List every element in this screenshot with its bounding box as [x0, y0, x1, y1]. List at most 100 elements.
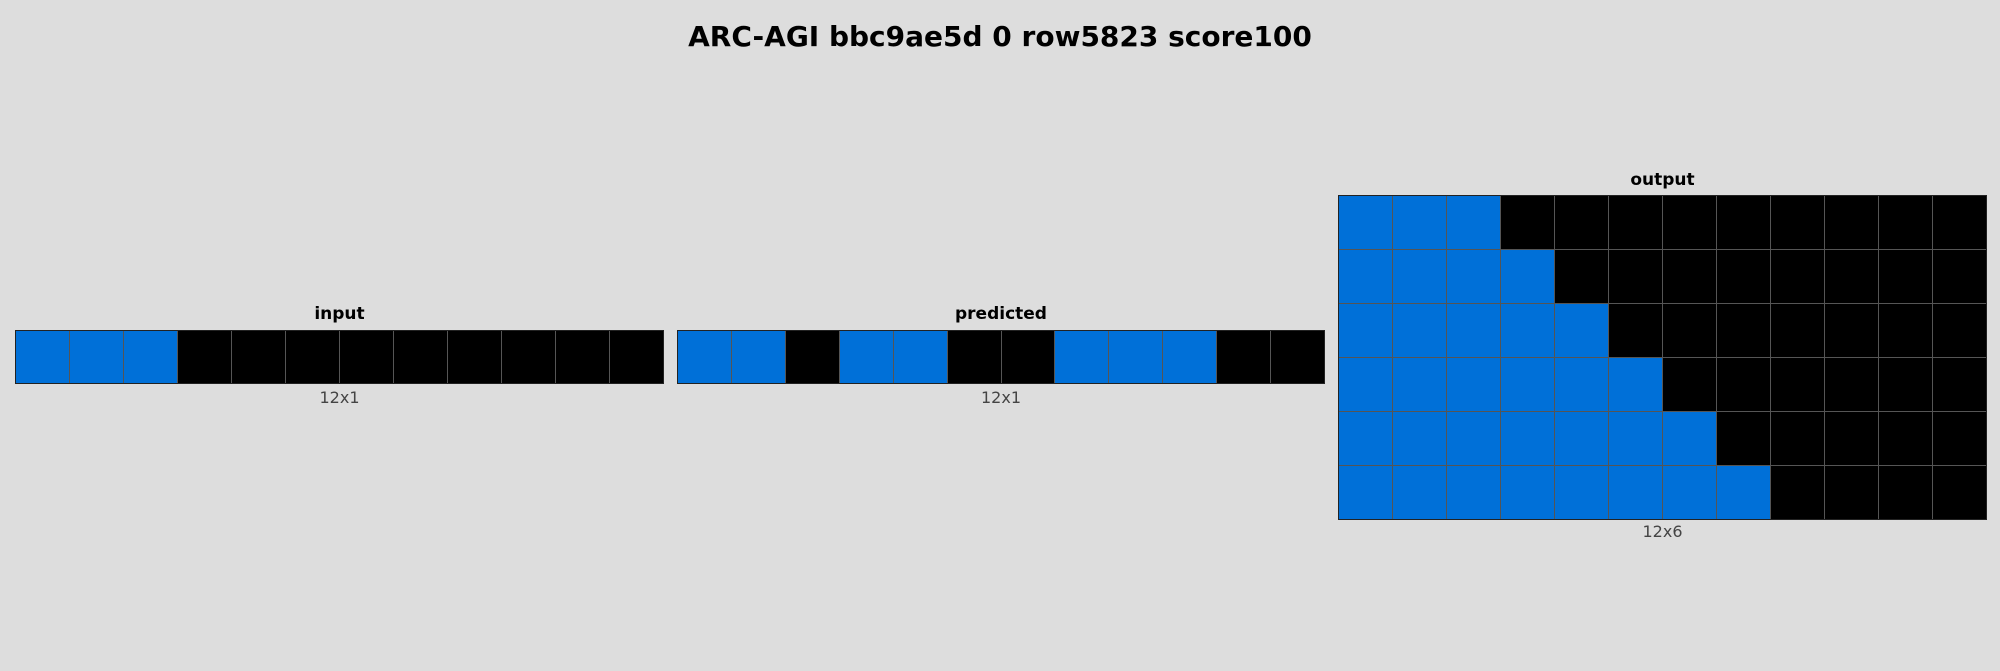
predicted-cell [1001, 331, 1055, 383]
input-cell [556, 331, 609, 383]
output-cell [1771, 250, 1824, 303]
output-cell [1501, 358, 1554, 411]
output-cell [1339, 250, 1392, 303]
page-title: ARC-AGI bbc9ae5d 0 row5823 score100 [688, 20, 1312, 53]
output-label: output [1630, 170, 1695, 190]
output-cell [1825, 358, 1878, 411]
input-cell [286, 331, 339, 383]
output-cell [1609, 358, 1662, 411]
output-cell [1339, 304, 1392, 357]
output-cell [1879, 358, 1932, 411]
predicted-label: predicted [955, 304, 1047, 324]
output-cell [1933, 466, 1986, 519]
output-cell [1447, 358, 1500, 411]
output-cell [1879, 412, 1932, 465]
output-dims: 12x6 [1642, 522, 1683, 541]
output-cell [1339, 196, 1392, 249]
output-cell [1825, 412, 1878, 465]
input-cell [70, 331, 123, 383]
output-cell [1933, 304, 1986, 357]
output-cell [1555, 412, 1608, 465]
output-cell [1393, 358, 1446, 411]
output-cell [1663, 250, 1716, 303]
predicted-cell [678, 331, 731, 383]
output-cell [1717, 412, 1770, 465]
output-cell [1501, 196, 1554, 249]
output-cell [1609, 250, 1662, 303]
output-grid [1338, 195, 1987, 520]
output-cell [1393, 304, 1446, 357]
output-cell [1393, 412, 1446, 465]
output-cell [1609, 412, 1662, 465]
output-cell [1663, 304, 1716, 357]
input-cell [394, 331, 447, 383]
output-cell [1771, 304, 1824, 357]
output-cell [1663, 196, 1716, 249]
output-cell [1501, 250, 1554, 303]
output-cell [1555, 304, 1608, 357]
output-cell [1339, 466, 1392, 519]
output-cell [1609, 196, 1662, 249]
output-cell [1717, 196, 1770, 249]
output-cell [1879, 196, 1932, 249]
input-cell [502, 331, 555, 383]
output-cell [1555, 250, 1608, 303]
predicted-grid [677, 330, 1325, 384]
predicted-cell [1163, 331, 1217, 383]
predicted-cell [1055, 331, 1109, 383]
predicted-cell [839, 331, 893, 383]
output-cell [1393, 196, 1446, 249]
output-cell [1663, 466, 1716, 519]
predicted-cell [731, 331, 785, 383]
output-cell [1555, 466, 1608, 519]
output-cell [1879, 466, 1932, 519]
output-cell [1555, 358, 1608, 411]
output-panel: output 12x6 [1338, 166, 1987, 546]
predicted-cell [947, 331, 1001, 383]
predicted-cell [785, 331, 839, 383]
input-dims: 12x1 [319, 388, 360, 407]
predicted-cell [1109, 331, 1163, 383]
input-cell [16, 331, 69, 383]
input-cell [232, 331, 285, 383]
predicted-cell [893, 331, 947, 383]
output-cell [1879, 250, 1932, 303]
output-cell [1825, 304, 1878, 357]
output-cell [1393, 250, 1446, 303]
output-cell [1825, 250, 1878, 303]
output-cell [1933, 412, 1986, 465]
output-cell [1447, 466, 1500, 519]
output-cell [1393, 466, 1446, 519]
output-cell [1447, 196, 1500, 249]
predicted-cell [1271, 331, 1324, 383]
output-cell [1933, 358, 1986, 411]
output-cell [1663, 412, 1716, 465]
output-cell [1933, 250, 1986, 303]
output-cell [1447, 250, 1500, 303]
input-cell [448, 331, 501, 383]
output-cell [1933, 196, 1986, 249]
output-cell [1717, 466, 1770, 519]
output-cell [1717, 304, 1770, 357]
input-cell [610, 331, 663, 383]
input-cell [124, 331, 177, 383]
input-panel: input 12x1 [15, 300, 664, 410]
input-label: input [314, 304, 365, 324]
output-cell [1771, 358, 1824, 411]
output-cell [1609, 466, 1662, 519]
predicted-cell [1217, 331, 1271, 383]
predicted-dims: 12x1 [980, 388, 1021, 407]
output-cell [1447, 304, 1500, 357]
output-cell [1825, 466, 1878, 519]
output-cell [1663, 358, 1716, 411]
output-cell [1447, 412, 1500, 465]
output-cell [1339, 358, 1392, 411]
output-cell [1825, 196, 1878, 249]
output-cell [1339, 412, 1392, 465]
output-cell [1717, 358, 1770, 411]
output-cell [1717, 250, 1770, 303]
output-cell [1771, 466, 1824, 519]
output-cell [1501, 304, 1554, 357]
output-cell [1501, 466, 1554, 519]
output-cell [1771, 196, 1824, 249]
